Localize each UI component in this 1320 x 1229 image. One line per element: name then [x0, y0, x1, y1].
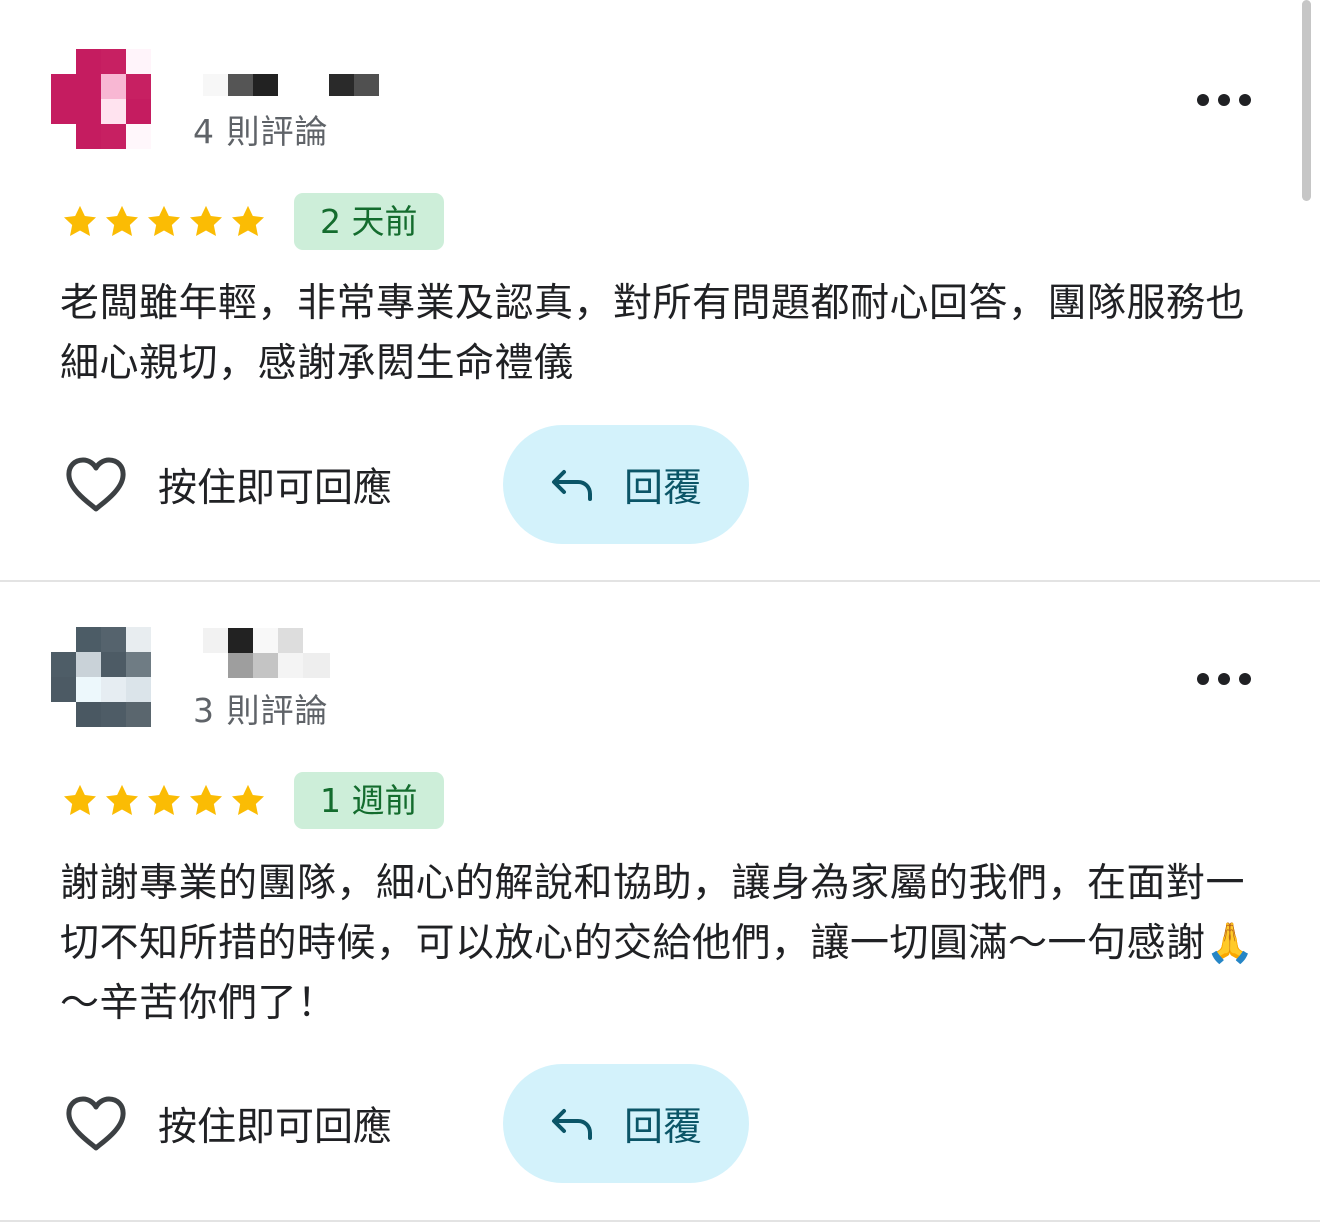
star-icon [64, 784, 96, 815]
like-button[interactable]: 按住即可回應 [64, 1094, 392, 1154]
review-text: 老闆雖年輕，非常專業及認真，對所有問題都耐心回答，團隊服務也細心親切，感謝承閎生… [60, 281, 1246, 386]
heart-outline-icon [66, 1096, 126, 1151]
reply-label: 回覆 [623, 465, 702, 511]
review-time-badge: 2 天前 [294, 193, 444, 250]
star-icon [148, 205, 180, 236]
star-icon [106, 205, 138, 236]
review-text: 謝謝專業的團隊，細心的解說和協助，讓身為家屬的我們，在面對一切不知所措的時候，可… [60, 861, 1255, 1026]
like-label: 按住即可回應 [158, 466, 393, 511]
like-label: 按住即可回應 [158, 1105, 393, 1150]
reviewer-avatar-pixelated[interactable] [51, 627, 151, 727]
more-options-button[interactable] [1197, 88, 1251, 112]
reviewer-review-count: 4 則評論 [193, 112, 329, 151]
reply-arrow-icon [551, 1108, 592, 1140]
more-horizontal-icon [1239, 673, 1251, 685]
star-rating [60, 775, 268, 827]
more-options-button[interactable] [1197, 667, 1251, 691]
scrollbar[interactable] [1302, 0, 1311, 201]
like-button[interactable]: 按住即可回應 [64, 455, 392, 515]
star-icon [190, 205, 222, 236]
more-horizontal-icon [1218, 94, 1230, 106]
reviewer-avatar-pixelated[interactable] [51, 49, 151, 149]
star-icon [148, 784, 180, 815]
more-horizontal-icon [1197, 94, 1209, 106]
reply-label: 回覆 [623, 1104, 702, 1150]
reviewer-name-blurred[interactable] [203, 74, 379, 96]
reviewer-name-blurred[interactable] [203, 628, 330, 678]
review-time-badge: 1 週前 [294, 772, 444, 829]
star-icon [232, 784, 264, 815]
review-card: 4 則評論 2 天前 老闆雖年輕，非常專業及認真，對所有問題都耐心回答，團隊服務… [0, 0, 1300, 580]
reply-arrow-icon [551, 469, 592, 501]
heart-outline-icon [66, 457, 126, 512]
more-horizontal-icon [1218, 673, 1230, 685]
reply-button[interactable]: 回覆 [503, 1064, 749, 1183]
star-rating [60, 196, 268, 248]
star-icon [232, 205, 264, 236]
more-horizontal-icon [1197, 673, 1209, 685]
review-divider [0, 1220, 1320, 1222]
reviewer-review-count: 3 則評論 [193, 691, 329, 730]
review-card: 3 則評論 1 週前 謝謝專業的團隊，細心的解說和協助，讓身為家屬的我們，在面對… [0, 582, 1300, 1183]
more-horizontal-icon [1239, 94, 1251, 106]
star-icon [190, 784, 222, 815]
reply-button[interactable]: 回覆 [503, 425, 749, 544]
star-icon [106, 784, 138, 815]
star-icon [64, 205, 96, 236]
